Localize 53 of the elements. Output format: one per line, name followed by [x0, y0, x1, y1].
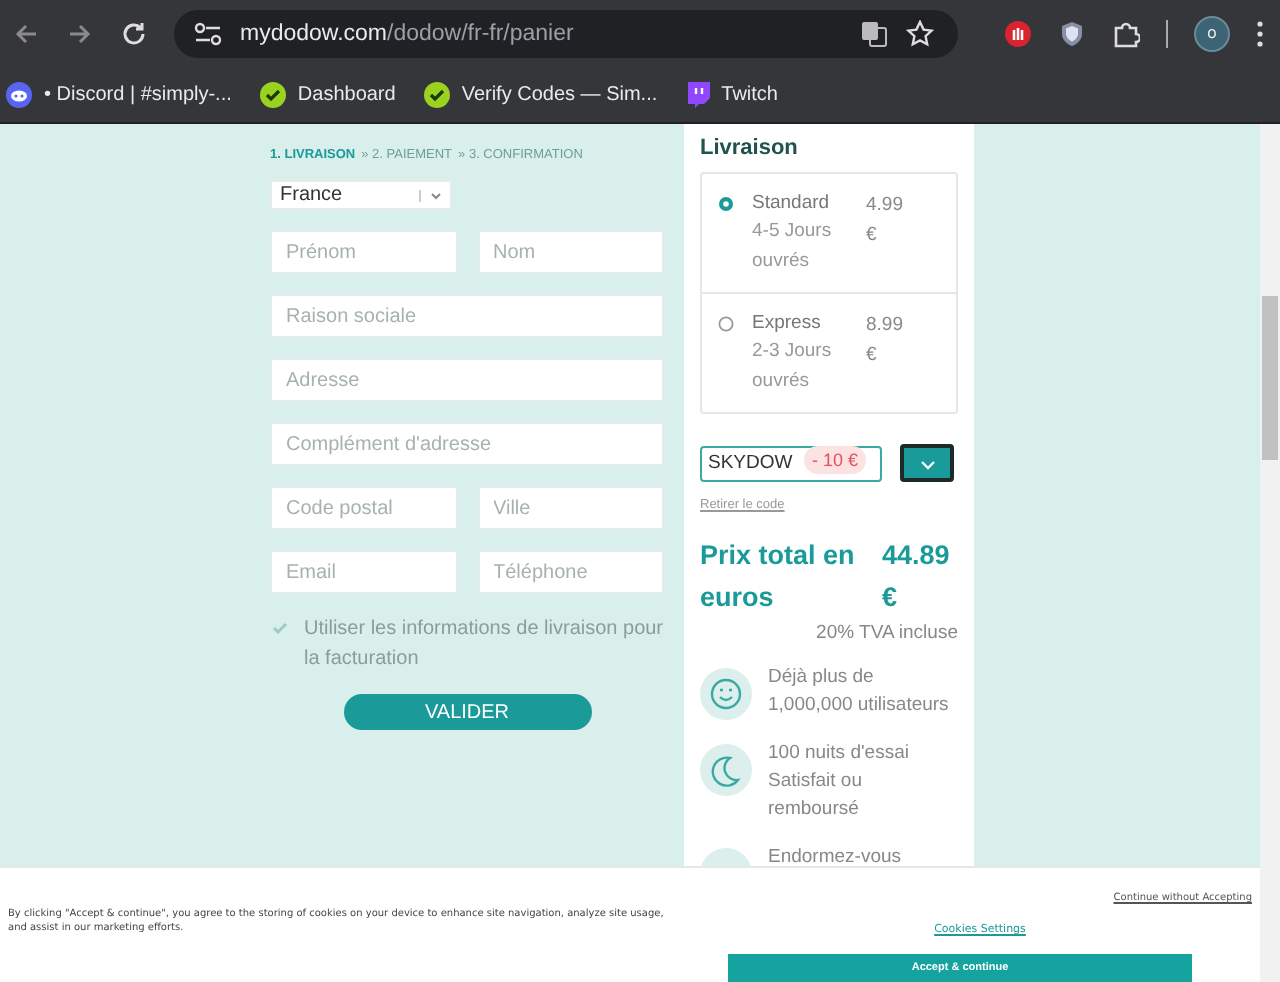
perk-text: Endormez-vous: [768, 844, 902, 872]
site-settings-icon[interactable]: [194, 21, 222, 45]
input-field[interactable]: Email: [270, 550, 457, 594]
checkbox-label: Utiliser les informations de livraison pour la facturation: [304, 616, 664, 674]
twitch-icon: [685, 81, 710, 107]
bookmark[interactable]: Twitch: [685, 81, 778, 107]
option-name: Standard: [752, 190, 832, 216]
profile-avatar[interactable]: o: [1194, 15, 1230, 51]
dropdown-caret-icon: [418, 187, 442, 203]
menu-icon[interactable]: [1256, 19, 1264, 47]
option-delay: 4-5 Jours ouvrés: [752, 218, 834, 276]
puzzle-icon[interactable]: [1112, 19, 1140, 47]
apply-button[interactable]: [900, 444, 954, 482]
input-field[interactable]: Code postal: [270, 486, 457, 530]
option-delay: 2-3 Jours ouvrés: [752, 338, 834, 396]
input-field[interactable]: Raison sociale: [270, 294, 664, 338]
bookmark[interactable]: Dashboard: [259, 81, 396, 107]
radio-button[interactable]: [718, 196, 734, 212]
star-icon[interactable]: [906, 19, 934, 47]
radio-button[interactable]: [718, 316, 734, 332]
scrollbar[interactable]: [1260, 124, 1280, 982]
tax-note: 20% TVA incluse: [814, 622, 958, 644]
translate-icon[interactable]: [860, 19, 888, 47]
checkbox[interactable]: [270, 618, 290, 638]
shield-icon[interactable]: [1058, 19, 1086, 47]
moon-icon: [700, 744, 752, 796]
bookmark[interactable]: Verify Codes — Sim...: [423, 81, 658, 107]
option-name: Express: [752, 310, 823, 336]
perk-text: 100 nuits d'essai Satisfait ou remboursé: [768, 740, 911, 824]
input-field[interactable]: Complément d'adresse: [270, 422, 664, 466]
section-title: Livraison: [700, 136, 800, 160]
input-field[interactable]: Ville: [477, 486, 664, 530]
total-label: Prix total en euros: [700, 538, 857, 616]
input-field[interactable]: Adresse: [270, 358, 664, 402]
bookmark[interactable]: • Discord | #simply-...: [6, 81, 232, 107]
input-field[interactable]: Nom: [477, 230, 664, 274]
forward-icon[interactable]: [66, 19, 94, 47]
perk-text: Déjà plus de 1,000,000 utilisateurs: [768, 664, 951, 720]
discord-icon: [6, 81, 32, 107]
smiley-icon: [700, 668, 752, 720]
option-price: 8.99 €: [866, 312, 905, 370]
country-select[interactable]: France: [270, 180, 452, 210]
input-field[interactable]: Téléphone: [477, 550, 664, 594]
check-circle-icon: [423, 81, 450, 107]
total-amount: 44.89 €: [882, 538, 952, 616]
option-price: 4.99 €: [866, 192, 905, 250]
discount-badge: - 10 €: [804, 446, 867, 474]
input-field[interactable]: Prénom: [270, 230, 457, 274]
back-icon[interactable]: [12, 19, 40, 47]
reload-icon[interactable]: [120, 19, 148, 47]
address-bar[interactable]: mydodow.com/dodow/fr-fr/panier: [174, 9, 958, 57]
url-text: mydodow.com/dodow/fr-fr/panier: [240, 21, 574, 45]
check-circle-icon: [259, 81, 286, 107]
